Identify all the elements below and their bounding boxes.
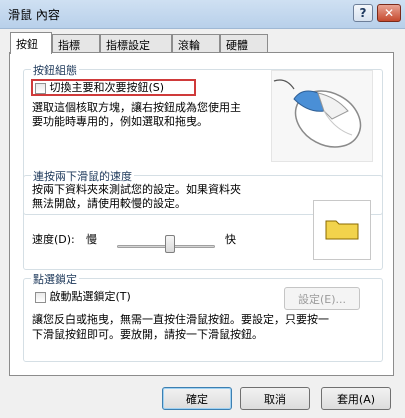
tab-pointer-options[interactable]: 指標設定: [100, 34, 172, 52]
tab-wheel[interactable]: 滾輪: [172, 34, 220, 52]
button-config-description-line1: 選取這個核取方塊，讓右按鈕成為您使用主: [32, 101, 241, 114]
click-lock-description-line1: 讓您反白或拖曳，無需一直按住滑鼠按鈕。要設定，只要按一: [32, 313, 329, 326]
mouse-illustration: [271, 70, 373, 162]
double-click-description-line2: 無法開啟，請使用較慢的設定。: [32, 197, 186, 210]
test-folder-area[interactable]: [313, 200, 371, 260]
click-lock-settings-button[interactable]: 設定(E)...: [284, 287, 360, 310]
window-title: 滑鼠 內容: [8, 8, 60, 22]
speed-fast-label: 快: [225, 233, 236, 246]
double-click-speed-slider-thumb[interactable]: [165, 235, 176, 253]
speed-slow-label: 慢: [86, 233, 97, 246]
title-bar[interactable]: 滑鼠 內容 ? ✕: [0, 0, 405, 29]
mouse-icon: [273, 79, 362, 148]
folder-icon[interactable]: [314, 201, 370, 259]
click-lock-label[interactable]: 啟動點選鎖定(T): [50, 290, 131, 303]
apply-button[interactable]: 套用(A): [321, 387, 391, 410]
swap-buttons-checkbox[interactable]: [35, 82, 46, 94]
help-button[interactable]: ?: [353, 4, 373, 22]
tab-hardware[interactable]: 硬體: [220, 34, 268, 52]
speed-label: 速度(D):: [32, 233, 75, 246]
tab-pointers[interactable]: 指標: [52, 34, 100, 52]
tab-buttons[interactable]: 按鈕: [10, 32, 52, 54]
close-icon: ✕: [383, 6, 395, 20]
click-lock-title: 點選鎖定: [31, 271, 79, 287]
click-lock-description-line2: 下滑鼠按鈕即可。要放開，請按一下滑鼠按鈕。: [32, 328, 263, 341]
cancel-button[interactable]: 取消: [240, 387, 310, 410]
button-config-description-line2: 要功能時專用的，例如選取和拖曳。: [32, 115, 208, 128]
double-click-title: 連按兩下滑鼠的速度: [31, 168, 134, 184]
swap-buttons-checkbox-row[interactable]: 切換主要和次要按鈕(S): [35, 81, 164, 95]
close-button[interactable]: ✕: [377, 4, 401, 22]
swap-buttons-label[interactable]: 切換主要和次要按鈕(S): [50, 81, 165, 94]
double-click-description-line1: 按兩下資料夾來測試您的設定。如果資料夾: [32, 183, 241, 196]
click-lock-checkbox-row[interactable]: 啟動點選鎖定(T): [35, 290, 131, 304]
ok-button[interactable]: 確定: [162, 387, 232, 410]
click-lock-checkbox[interactable]: [35, 291, 46, 303]
button-config-title: 按鈕組態: [31, 62, 79, 78]
mouse-properties-dialog: 滑鼠 內容 ? ✕ 按鈕 指標 指標設定 滾輪 硬體 按鈕組態 連按兩下滑鼠的速…: [0, 0, 405, 418]
help-icon: ?: [359, 6, 367, 20]
